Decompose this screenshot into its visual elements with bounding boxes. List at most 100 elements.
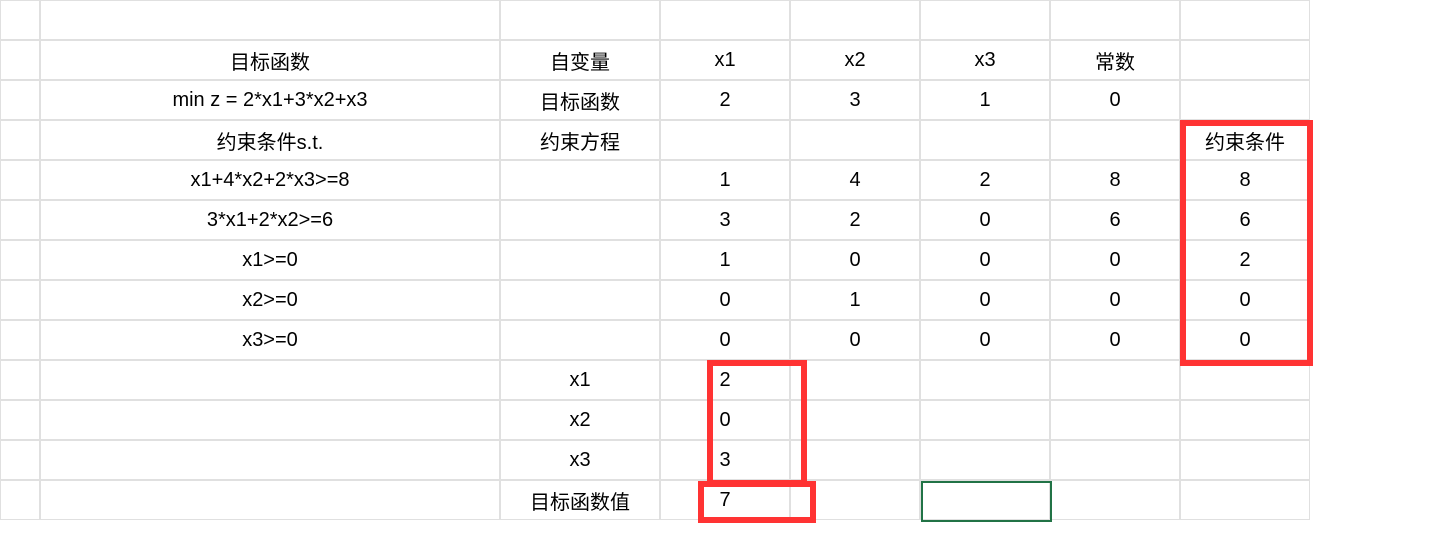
cell[interactable]: [1180, 400, 1310, 440]
cell[interactable]: [0, 480, 40, 520]
x1-value[interactable]: 2: [660, 360, 790, 400]
cell[interactable]: [1180, 480, 1310, 520]
cell[interactable]: [0, 80, 40, 120]
x2-label[interactable]: x2: [500, 400, 660, 440]
cell[interactable]: [0, 240, 40, 280]
cell[interactable]: [790, 0, 920, 40]
cell[interactable]: 0: [920, 200, 1050, 240]
cell[interactable]: [790, 480, 920, 520]
cell[interactable]: 0: [790, 240, 920, 280]
cell[interactable]: 0: [660, 320, 790, 360]
cell[interactable]: [500, 320, 660, 360]
cell[interactable]: [500, 240, 660, 280]
cell[interactable]: 2: [660, 80, 790, 120]
constraint-result-1[interactable]: 8: [1180, 160, 1310, 200]
cell[interactable]: [790, 440, 920, 480]
cell[interactable]: 2: [790, 200, 920, 240]
cell[interactable]: [790, 120, 920, 160]
cell[interactable]: [1180, 80, 1310, 120]
objective-value[interactable]: 7: [660, 480, 790, 520]
cell[interactable]: 0: [1050, 280, 1180, 320]
x3-header[interactable]: x3: [920, 40, 1050, 80]
cell[interactable]: [40, 360, 500, 400]
objective-function-formula[interactable]: min z = 2*x1+3*x2+x3: [40, 80, 500, 120]
cell[interactable]: [1050, 440, 1180, 480]
cell[interactable]: 6: [1050, 200, 1180, 240]
objective-function-header[interactable]: 目标函数: [40, 40, 500, 80]
constraint-3[interactable]: x1>=0: [40, 240, 500, 280]
cell[interactable]: [0, 280, 40, 320]
cell[interactable]: [1050, 120, 1180, 160]
cell[interactable]: [0, 320, 40, 360]
cell[interactable]: 1: [790, 280, 920, 320]
cell[interactable]: [790, 400, 920, 440]
constraint-5[interactable]: x3>=0: [40, 320, 500, 360]
constraints-header[interactable]: 约束条件s.t.: [40, 120, 500, 160]
cell[interactable]: [920, 360, 1050, 400]
constraint-result-5[interactable]: 0: [1180, 320, 1310, 360]
constraint-result-4[interactable]: 0: [1180, 280, 1310, 320]
objective-value-label[interactable]: 目标函数值: [500, 480, 660, 520]
cell[interactable]: 1: [660, 240, 790, 280]
cell[interactable]: [0, 400, 40, 440]
cell[interactable]: 0: [790, 320, 920, 360]
cell[interactable]: [500, 0, 660, 40]
cell[interactable]: [1180, 360, 1310, 400]
cell[interactable]: 4: [790, 160, 920, 200]
x3-label[interactable]: x3: [500, 440, 660, 480]
cell[interactable]: [40, 440, 500, 480]
cell[interactable]: 1: [920, 80, 1050, 120]
cell[interactable]: [40, 0, 500, 40]
cell[interactable]: [0, 40, 40, 80]
cell[interactable]: 2: [920, 160, 1050, 200]
cell[interactable]: 3: [660, 200, 790, 240]
cell[interactable]: [0, 440, 40, 480]
x1-header[interactable]: x1: [660, 40, 790, 80]
cell[interactable]: [0, 0, 40, 40]
cell[interactable]: 3: [790, 80, 920, 120]
cell[interactable]: [1050, 400, 1180, 440]
cell[interactable]: [0, 200, 40, 240]
cell[interactable]: [40, 480, 500, 520]
constraint-result-2[interactable]: 6: [1180, 200, 1310, 240]
x1-label[interactable]: x1: [500, 360, 660, 400]
objective-function-label[interactable]: 目标函数: [500, 80, 660, 120]
cell[interactable]: [1050, 0, 1180, 40]
cell[interactable]: 0: [1050, 240, 1180, 280]
constraint-result-3[interactable]: 2: [1180, 240, 1310, 280]
cell[interactable]: [500, 160, 660, 200]
x3-value[interactable]: 3: [660, 440, 790, 480]
cell[interactable]: [1180, 0, 1310, 40]
cell[interactable]: 0: [920, 280, 1050, 320]
x2-header[interactable]: x2: [790, 40, 920, 80]
cell[interactable]: 0: [660, 280, 790, 320]
cell[interactable]: [500, 280, 660, 320]
x2-value[interactable]: 0: [660, 400, 790, 440]
cell[interactable]: 8: [1050, 160, 1180, 200]
cell[interactable]: [920, 480, 1050, 520]
cell[interactable]: [0, 360, 40, 400]
cell[interactable]: [660, 120, 790, 160]
cell[interactable]: [920, 400, 1050, 440]
variable-header[interactable]: 自变量: [500, 40, 660, 80]
cell[interactable]: 0: [1050, 80, 1180, 120]
cell[interactable]: [790, 360, 920, 400]
cell[interactable]: [40, 400, 500, 440]
constraint-1[interactable]: x1+4*x2+2*x3>=8: [40, 160, 500, 200]
cell[interactable]: [1050, 360, 1180, 400]
cell[interactable]: 0: [920, 240, 1050, 280]
cell[interactable]: [660, 0, 790, 40]
cell[interactable]: 1: [660, 160, 790, 200]
cell[interactable]: [1180, 440, 1310, 480]
cell[interactable]: 0: [1050, 320, 1180, 360]
constraint-4[interactable]: x2>=0: [40, 280, 500, 320]
constant-header[interactable]: 常数: [1050, 40, 1180, 80]
constraint-condition-header[interactable]: 约束条件: [1180, 120, 1310, 160]
cell[interactable]: [0, 160, 40, 200]
cell[interactable]: [0, 120, 40, 160]
cell[interactable]: [500, 200, 660, 240]
cell[interactable]: [920, 440, 1050, 480]
cell[interactable]: [1180, 40, 1310, 80]
cell[interactable]: [920, 120, 1050, 160]
cell[interactable]: 0: [920, 320, 1050, 360]
